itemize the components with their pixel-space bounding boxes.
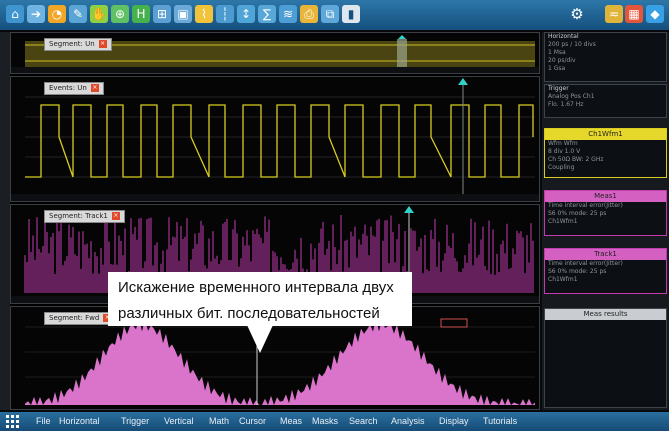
toolbar: ⌂ ➔ ◔ ✎ ✋ ⊕ H ⊞ ▣ ⌇ ┆ ↕ ∑ ≋ ⎙ ⧉ ▮ ⚙ ≂ ▦ … <box>0 0 669 30</box>
menu-horizontal[interactable]: Horizontal <box>59 416 100 426</box>
menu-math[interactable]: Math <box>209 416 229 426</box>
gear-icon[interactable]: ⚙ <box>568 5 586 23</box>
diagram-1-tab-label: Segment: Un <box>49 40 95 48</box>
track1-title: Track1 <box>545 249 666 260</box>
diagram-4-tab-label: Segment: Fwd <box>49 314 100 322</box>
arrow-icon[interactable]: ➔ <box>27 5 45 23</box>
ch1-line: 8 div 1.0 V <box>548 148 581 155</box>
menu-masks[interactable]: Masks <box>312 416 338 426</box>
histogram-icon[interactable]: H <box>132 5 150 23</box>
meas1-line: Ch1Wfm1 <box>548 218 578 225</box>
diagram-1[interactable]: Segment: Un × <box>10 32 540 74</box>
ch1-line: Coupling <box>548 164 575 171</box>
horizontal-box[interactable]: Horizontal 200 ps / 10 divs 1 Msa 20 ps/… <box>544 32 667 82</box>
track1-box[interactable]: Track1 Time interval error(Jitter) S6 0%… <box>544 248 667 294</box>
horizontal-title: Horizontal <box>548 33 579 40</box>
diagram-4-tab[interactable]: Segment: Fwd× <box>44 312 117 325</box>
diagram-2[interactable]: Events: Un × <box>10 76 540 202</box>
chart-icon[interactable]: ≋ <box>279 5 297 23</box>
zoom-icon[interactable]: ⊕ <box>111 5 129 23</box>
trigger-line: Flo. 1.67 Hz <box>548 101 584 108</box>
signal-panel: Horizontal 200 ps / 10 divs 1 Msa 20 ps/… <box>542 32 669 410</box>
track1-line: Ch1Wfm1 <box>548 276 578 283</box>
menu-analysis[interactable]: Analysis <box>391 416 425 426</box>
apps-grid-icon[interactable] <box>6 415 19 428</box>
horizontal-line: 1 Msa <box>548 49 566 56</box>
waveform-area: Segment: Un × Events: Un × Segment: Trac… <box>10 32 540 410</box>
zoom-window-icon[interactable]: ⊞ <box>153 5 171 23</box>
close-icon[interactable]: × <box>90 84 99 92</box>
meas1-line: Time interval error(Jitter) <box>548 202 623 209</box>
menu-search[interactable]: Search <box>349 416 378 426</box>
trigger-marker-icon[interactable]: ⌇ <box>195 5 213 23</box>
annotation-callout: Искажение временного интервала двух разл… <box>108 272 412 326</box>
trigger-box[interactable]: Trigger Analog Pos Ch1 Flo. 1.67 Hz <box>544 84 667 118</box>
dot-icon[interactable]: ⧉ <box>321 5 339 23</box>
menu-trigger[interactable]: Trigger <box>121 416 149 426</box>
ch1-line: Wfm Wfm <box>548 140 578 147</box>
meas1-title: Meas1 <box>545 191 666 202</box>
meas1-box[interactable]: Meas1 Time interval error(Jitter) S6 0% … <box>544 190 667 236</box>
menu-file[interactable]: File <box>36 416 51 426</box>
clock-icon[interactable]: ◔ <box>48 5 66 23</box>
horizontal-line: 20 ps/div <box>548 57 576 64</box>
record-icon[interactable]: ▮ <box>342 5 360 23</box>
callout-line-1: Искажение временного интервала двух <box>118 279 394 296</box>
diagram-1-tab[interactable]: Segment: Un × <box>44 38 112 51</box>
diagram-3-tab-label: Segment: Track1 <box>49 212 108 220</box>
side-strip <box>0 32 10 410</box>
menu-vertical[interactable]: Vertical <box>164 416 194 426</box>
waveform-icon[interactable]: ▦ <box>625 5 643 23</box>
edit-icon[interactable]: ✎ <box>69 5 87 23</box>
event-trace <box>25 104 534 178</box>
meas-results-box[interactable]: Meas results <box>544 308 667 408</box>
close-icon[interactable]: × <box>98 40 107 48</box>
meas1-line: S6 0% mode: 25 ps <box>548 210 607 217</box>
diagram-2-waveform <box>11 78 539 201</box>
menu-meas[interactable]: Meas <box>280 416 302 426</box>
diagram-3-tab[interactable]: Segment: Track1 × <box>44 210 125 223</box>
trigger-line: Analog Pos Ch1 <box>548 93 595 100</box>
hand-icon[interactable]: ✋ <box>90 5 108 23</box>
menu-display[interactable]: Display <box>439 416 469 426</box>
close-icon[interactable]: × <box>111 212 120 220</box>
ch1-line: Ch 50Ω BW: 2 GHz <box>548 156 604 163</box>
oscilloscope-screen: ⌂ ➔ ◔ ✎ ✋ ⊕ H ⊞ ▣ ⌇ ┆ ↕ ∑ ≋ ⎙ ⧉ ▮ ⚙ ≂ ▦ … <box>0 0 669 431</box>
signal-icon[interactable]: ≂ <box>605 5 623 23</box>
track1-line: Time interval error(Jitter) <box>548 260 623 267</box>
trigger-title: Trigger <box>548 85 569 92</box>
menu-cursor[interactable]: Cursor <box>239 416 266 426</box>
mask-icon[interactable]: ▣ <box>174 5 192 23</box>
print-icon[interactable]: ⎙ <box>300 5 318 23</box>
cursor-icon[interactable]: ┆ <box>216 5 234 23</box>
menu-tutorials[interactable]: Tutorials <box>483 416 517 426</box>
horizontal-line: 200 ps / 10 divs <box>548 41 596 48</box>
diagram-2-tab[interactable]: Events: Un × <box>44 82 104 95</box>
track1-line: S6 0% mode: 25 ps <box>548 268 607 275</box>
ch1-title: Ch1Wfm1 <box>545 129 666 140</box>
diagram-2-tab-label: Events: Un <box>49 84 87 92</box>
measure-icon[interactable]: ↕ <box>237 5 255 23</box>
math-icon[interactable]: ∑ <box>258 5 276 23</box>
callout-pointer <box>247 325 273 353</box>
callout-line-2: различных бит. последовательностей <box>118 305 380 322</box>
meas-results-title: Meas results <box>545 309 666 320</box>
home-icon[interactable]: ⌂ <box>6 5 24 23</box>
menu-bar: File Horizontal Trigger Vertical Math Cu… <box>0 412 669 431</box>
horizontal-line: 1 Gsa <box>548 65 566 72</box>
diamond-icon[interactable]: ◆ <box>646 5 664 23</box>
ch1-box[interactable]: Ch1Wfm1 Wfm Wfm 8 div 1.0 V Ch 50Ω BW: 2… <box>544 128 667 178</box>
